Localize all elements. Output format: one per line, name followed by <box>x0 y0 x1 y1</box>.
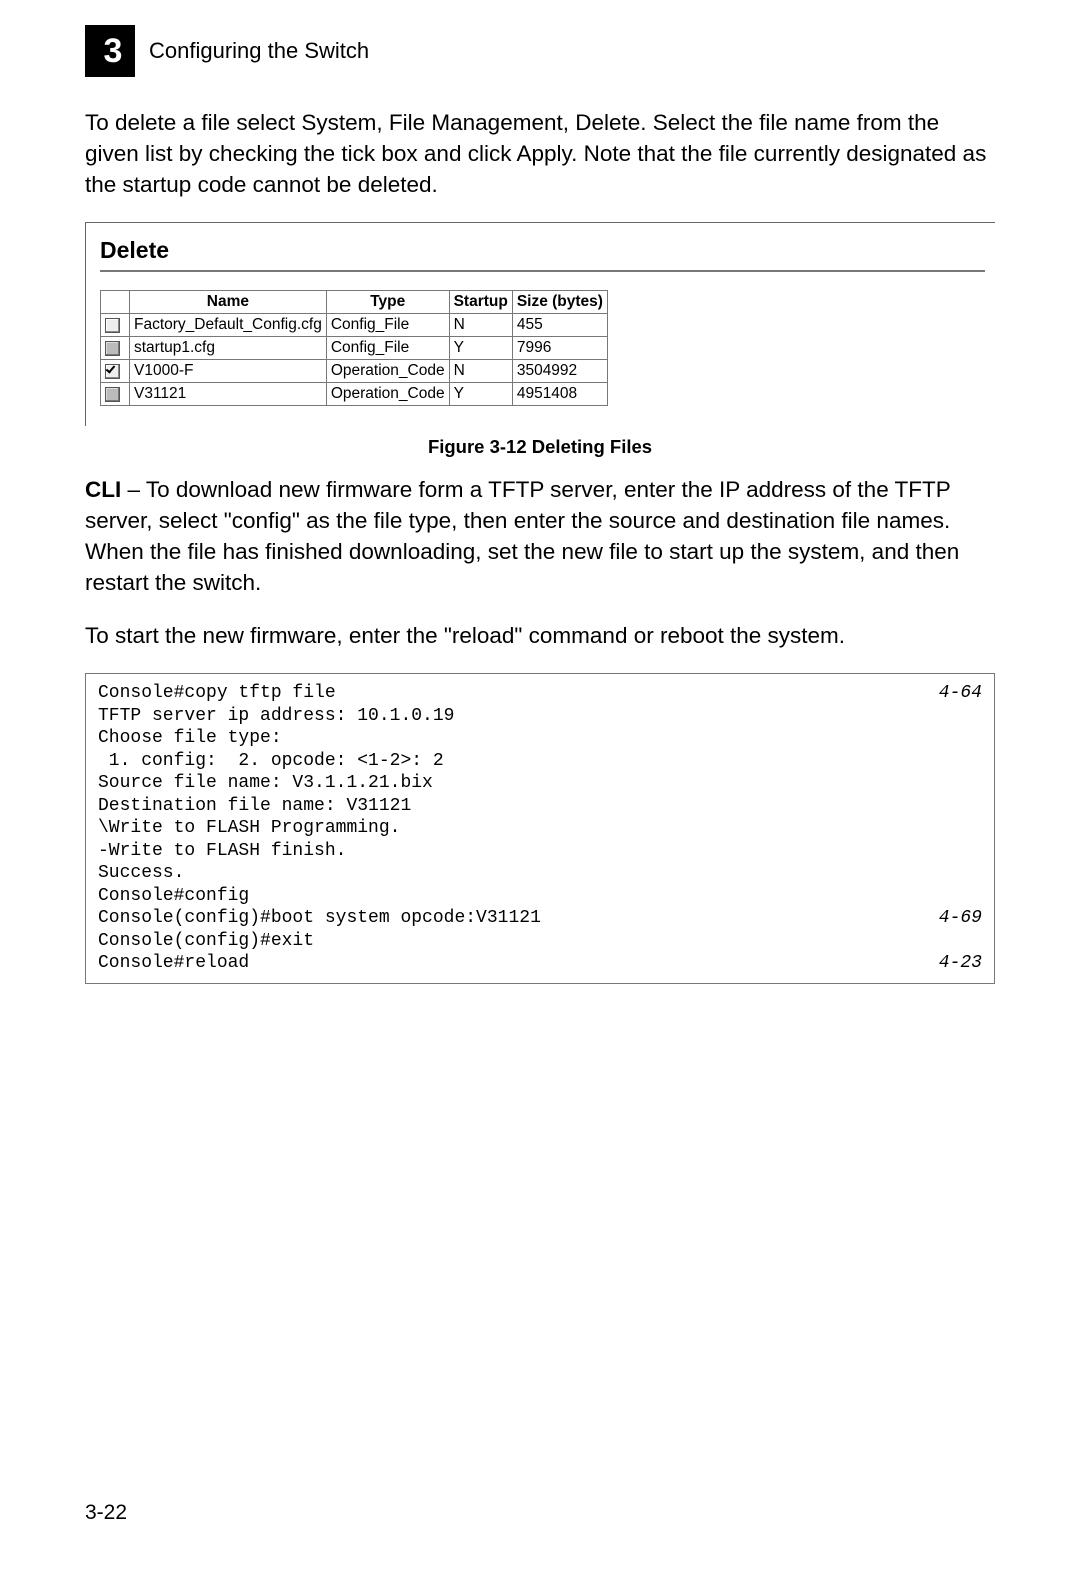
figure-caption: Figure 3-12 Deleting Files <box>85 436 995 458</box>
row-size: 7996 <box>512 337 607 360</box>
cli-ref: 4-23 <box>939 952 982 975</box>
cli-line: 1. config: 2. opcode: <1-2>: 2 <box>98 750 982 773</box>
row-name: V31121 <box>130 383 327 406</box>
row-startup: N <box>449 314 512 337</box>
cli-line: Source file name: V3.1.1.21.bix <box>98 772 982 795</box>
cli-ref: 4-69 <box>939 907 982 930</box>
delete-panel: Delete Name Type Startup Size (bytes) Fa… <box>85 222 995 426</box>
cli-output-box: Console#copy tftp file 4-64 TFTP server ip… <box>85 673 995 984</box>
cli-ref: 4-64 <box>939 682 982 705</box>
intro-paragraph: To delete a file select System, File Man… <box>85 107 995 200</box>
checkbox-icon[interactable] <box>105 318 120 333</box>
table-row: V31121Operation_CodeY4951408 <box>101 383 608 406</box>
row-startup: Y <box>449 337 512 360</box>
row-size: 455 <box>512 314 607 337</box>
cli-text: \Write to FLASH Programming. <box>98 817 400 840</box>
row-name: startup1.cfg <box>130 337 327 360</box>
cli-text: Choose file type: <box>98 727 282 750</box>
chapter-header: 3 Configuring the Switch <box>85 25 995 77</box>
cli-text: Console(config)#boot system opcode:V3112… <box>98 907 541 930</box>
row-checkbox-cell[interactable] <box>101 360 130 383</box>
cli-text: Console#copy tftp file <box>98 682 336 705</box>
col-startup: Startup <box>449 291 512 314</box>
col-type: Type <box>326 291 449 314</box>
cli-paragraph-1-body: – To download new firmware form a TFTP s… <box>85 477 959 595</box>
cli-label: CLI <box>85 477 121 502</box>
cli-text: -Write to FLASH finish. <box>98 840 346 863</box>
row-name: V1000-F <box>130 360 327 383</box>
chapter-number: 3 <box>104 32 123 71</box>
row-checkbox-cell[interactable] <box>101 314 130 337</box>
cli-line: Console#copy tftp file 4-64 <box>98 682 982 705</box>
cli-paragraph-2: To start the new firmware, enter the "re… <box>85 620 995 651</box>
row-name: Factory_Default_Config.cfg <box>130 314 327 337</box>
row-type: Operation_Code <box>326 383 449 406</box>
col-name: Name <box>130 291 327 314</box>
col-size: Size (bytes) <box>512 291 607 314</box>
row-size: 3504992 <box>512 360 607 383</box>
col-check <box>101 291 130 314</box>
file-table: Name Type Startup Size (bytes) Factory_D… <box>100 290 608 406</box>
table-row: startup1.cfgConfig_FileY7996 <box>101 337 608 360</box>
cli-line: Console#config <box>98 885 982 908</box>
table-row: Factory_Default_Config.cfgConfig_FileN45… <box>101 314 608 337</box>
row-checkbox-cell[interactable] <box>101 383 130 406</box>
cli-line: Console(config)#boot system opcode:V3112… <box>98 907 982 930</box>
row-type: Config_File <box>326 337 449 360</box>
cli-line: Destination file name: V31121 <box>98 795 982 818</box>
delete-heading: Delete <box>100 237 985 264</box>
cli-text: Success. <box>98 862 184 885</box>
chapter-title: Configuring the Switch <box>149 38 369 64</box>
row-type: Config_File <box>326 314 449 337</box>
table-row: V1000-FOperation_CodeN3504992 <box>101 360 608 383</box>
row-checkbox-cell[interactable] <box>101 337 130 360</box>
cli-text: Source file name: V3.1.1.21.bix <box>98 772 433 795</box>
row-startup: Y <box>449 383 512 406</box>
chapter-badge: 3 <box>85 25 135 77</box>
cli-text: Console#reload <box>98 952 249 975</box>
row-type: Operation_Code <box>326 360 449 383</box>
cli-line: Choose file type: <box>98 727 982 750</box>
cli-line: \Write to FLASH Programming. <box>98 817 982 840</box>
cli-text: Console(config)#exit <box>98 930 314 953</box>
cli-line: TFTP server ip address: 10.1.0.19 <box>98 705 982 728</box>
checkbox-icon[interactable] <box>105 364 120 379</box>
cli-text: Destination file name: V31121 <box>98 795 411 818</box>
cli-line: -Write to FLASH finish. <box>98 840 982 863</box>
checkbox-icon[interactable] <box>105 387 120 402</box>
row-size: 4951408 <box>512 383 607 406</box>
cli-line: Console(config)#exit <box>98 930 982 953</box>
cli-text: 1. config: 2. opcode: <1-2>: 2 <box>98 750 444 773</box>
delete-separator <box>100 270 985 272</box>
checkbox-icon[interactable] <box>105 341 120 356</box>
cli-line: Console#reload 4-23 <box>98 952 982 975</box>
cli-text: TFTP server ip address: 10.1.0.19 <box>98 705 454 728</box>
row-startup: N <box>449 360 512 383</box>
cli-line: Success. <box>98 862 982 885</box>
cli-paragraph-1: CLI – To download new firmware form a TF… <box>85 474 995 598</box>
cli-text: Console#config <box>98 885 249 908</box>
page-number: 3-22 <box>85 1501 127 1525</box>
